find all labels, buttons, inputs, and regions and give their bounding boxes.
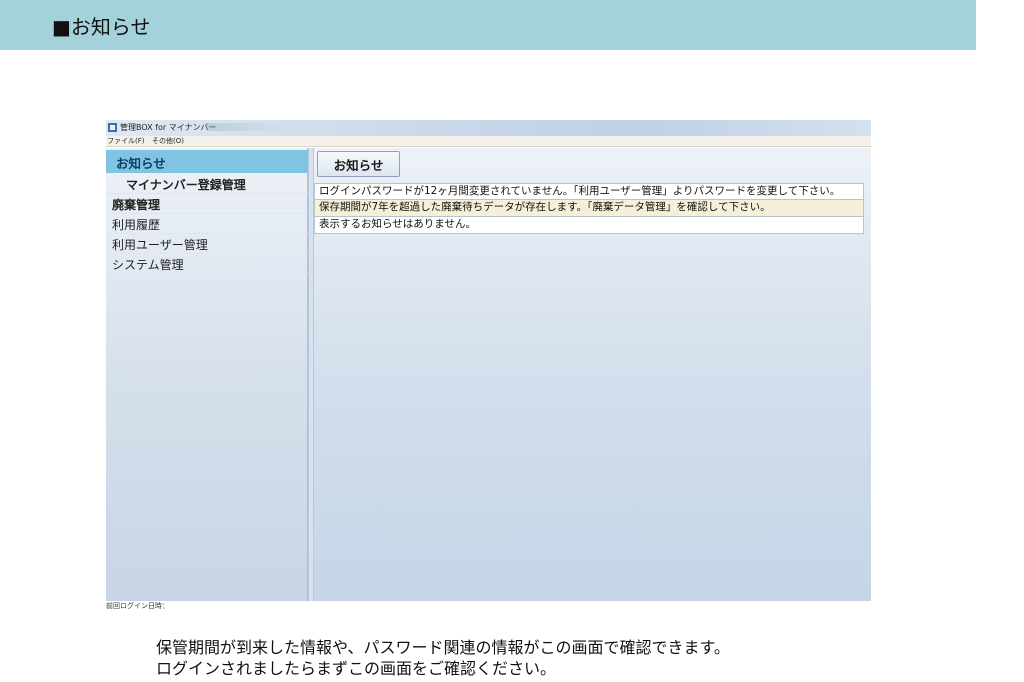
title-bar[interactable]: 管理BOX for マイナンバー xyxy=(106,120,871,136)
caption-line-2: ログインされましたらまずこの画面をご確認ください。 xyxy=(156,659,557,678)
notice-row[interactable]: 表示するお知らせはありません。 xyxy=(314,217,864,234)
sidebar-item-history[interactable]: 利用履歴 xyxy=(106,214,308,234)
sidebar-item-mynumber[interactable]: マイナンバー登録管理 xyxy=(106,174,308,194)
sidebar-item-disposal[interactable]: 廃棄管理 xyxy=(106,194,308,214)
sidebar-header-notice[interactable]: お知らせ xyxy=(106,150,308,173)
page-header: ■お知らせ xyxy=(0,0,976,50)
sidebar-item-users[interactable]: 利用ユーザー管理 xyxy=(106,234,308,254)
app-window: 管理BOX for マイナンバー ファイル(F) その他(O) お知らせ マイナ… xyxy=(106,120,871,610)
page-title: ■お知らせ xyxy=(52,15,151,39)
menu-other[interactable]: その他(O) xyxy=(152,136,184,147)
notice-list: ログインパスワードが12ヶ月間変更されていません。「利用ユーザー管理」よりパスワ… xyxy=(314,183,864,234)
sidebar-header-label: お知らせ xyxy=(116,156,166,171)
sidebar: お知らせ マイナンバー登録管理 廃棄管理 利用履歴 利用ユーザー管理 システム管… xyxy=(106,148,308,601)
notice-row[interactable]: 保存期間が7年を超過した廃棄待ちデータが存在します。「廃棄データ管理」を確認して… xyxy=(314,200,864,217)
sidebar-item-label: マイナンバー登録管理 xyxy=(126,178,246,192)
main-panel: お知らせ ログインパスワードが12ヶ月間変更されていません。「利用ユーザー管理」… xyxy=(314,148,871,601)
sidebar-item-label: 廃棄管理 xyxy=(112,198,161,212)
sidebar-item-label: 利用履歴 xyxy=(112,218,161,232)
status-bar: 前回ログイン日時： xyxy=(106,601,871,610)
sidebar-item-system[interactable]: システム管理 xyxy=(106,254,308,274)
menu-bar: ファイル(F) その他(O) xyxy=(106,136,871,147)
menu-file[interactable]: ファイル(F) xyxy=(107,136,145,147)
title-decoration xyxy=(206,123,286,131)
last-login-label: 前回ログイン日時： xyxy=(106,602,169,610)
window-title: 管理BOX for マイナンバー xyxy=(120,123,217,132)
sidebar-item-label: システム管理 xyxy=(112,258,184,272)
app-icon xyxy=(108,123,117,132)
sidebar-item-label: 利用ユーザー管理 xyxy=(112,238,208,252)
notice-row[interactable]: ログインパスワードが12ヶ月間変更されていません。「利用ユーザー管理」よりパスワ… xyxy=(314,183,864,200)
notice-button[interactable]: お知らせ xyxy=(317,151,400,177)
